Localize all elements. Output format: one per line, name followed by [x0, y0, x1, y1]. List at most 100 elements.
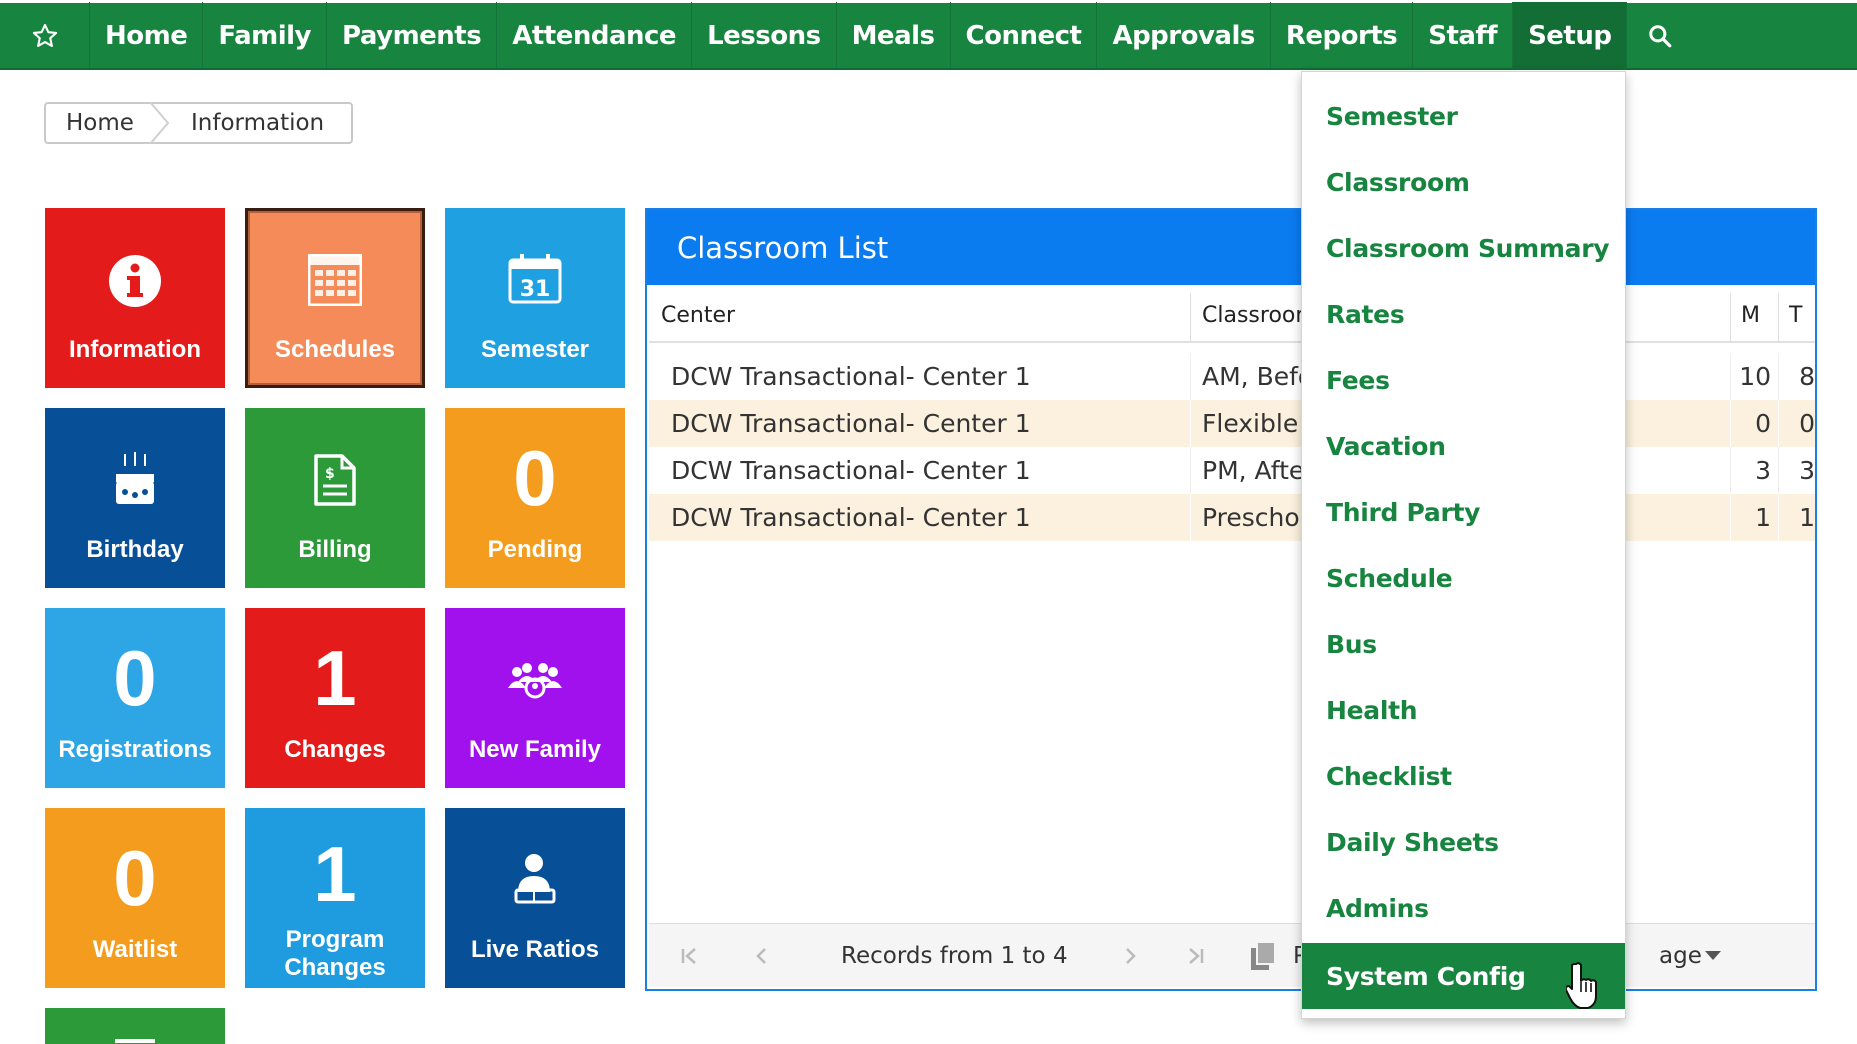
tile-label: Schedules [274, 336, 396, 363]
prev-page-button[interactable] [751, 924, 773, 988]
cell-t: 3 [1799, 456, 1815, 485]
nav-family[interactable]: Family [203, 2, 328, 69]
info-icon [109, 255, 161, 307]
tile-label: Birthday [86, 536, 184, 563]
menu-item-third-party[interactable]: Third Party [1302, 479, 1625, 545]
tile-label: Waitlist [92, 936, 178, 963]
tile-information[interactable]: Information [45, 208, 225, 388]
cell-t: 8 [1799, 362, 1815, 391]
menu-item-vacation[interactable]: Vacation [1302, 413, 1625, 479]
column-center[interactable]: Center [661, 287, 735, 343]
nav-meals[interactable]: Meals [837, 2, 951, 69]
setup-dropdown-menu: Semester Classroom Classroom Summary Rat… [1301, 71, 1626, 1019]
family-group-icon [508, 663, 562, 699]
birthday-cake-icon [116, 452, 154, 504]
svg-text:31: 31 [520, 277, 551, 302]
search-button[interactable] [1627, 2, 1693, 69]
tile-registrations[interactable]: 0 Registrations [45, 608, 225, 788]
tile-birthday[interactable]: Birthday [45, 408, 225, 588]
app-root: Home Family Payments Attendance Lessons … [0, 0, 1857, 1044]
cell-center: DCW Transactional- Center 1 [671, 503, 1031, 532]
tile-label: Semester [480, 336, 590, 363]
last-page-icon [1189, 948, 1204, 964]
cell-t: 1 [1799, 503, 1815, 532]
column-classroom[interactable]: Classroom [1202, 287, 1317, 343]
calendar-31-icon: 31 [508, 254, 562, 304]
cell-center: DCW Transactional- Center 1 [671, 409, 1031, 438]
menu-item-admins[interactable]: Admins [1302, 875, 1625, 941]
tile-live-ratios[interactable]: Live Ratios [445, 808, 625, 988]
star-icon [32, 23, 57, 47]
menu-item-classroom[interactable]: Classroom [1302, 149, 1625, 215]
panel-title: Classroom List [647, 210, 1815, 285]
menu-item-schedule[interactable]: Schedule [1302, 545, 1625, 611]
menu-item-bus[interactable]: Bus [1302, 611, 1625, 677]
menu-item-daily-sheets[interactable]: Daily Sheets [1302, 809, 1625, 875]
calendar-grid-icon [308, 254, 362, 306]
menu-item-checklist[interactable]: Checklist [1302, 743, 1625, 809]
table-row[interactable]: DCW Transactional- Center 1 AM, Befo 10 … [649, 353, 1815, 400]
nav-home[interactable]: Home [90, 2, 204, 69]
column-t[interactable]: T [1789, 287, 1802, 343]
page-size-dropdown[interactable] [1705, 924, 1721, 988]
favorite-button[interactable] [0, 2, 90, 69]
list-icon [115, 1039, 155, 1043]
tile-program-changes[interactable]: 1 Program Changes [245, 808, 425, 988]
table-header: Center Classroom M T [649, 287, 1815, 343]
tile-label: Information [69, 336, 201, 363]
caret-down-icon [1705, 951, 1721, 960]
tile-new-family[interactable]: New Family [445, 608, 625, 788]
tile-waitlist[interactable]: 0 Waitlist [45, 808, 225, 988]
table-row[interactable]: DCW Transactional- Center 1 Flexible C 0… [649, 400, 1815, 447]
breadcrumb-separator-icon [149, 102, 170, 144]
tile-label: Registrations [58, 736, 212, 763]
nav-approvals[interactable]: Approvals [1097, 2, 1271, 69]
breadcrumb-home[interactable]: Home [46, 110, 151, 136]
tile-billing[interactable]: $ Billing [245, 408, 425, 588]
menu-item-health[interactable]: Health [1302, 677, 1625, 743]
tile-pending[interactable]: 0 Pending [445, 408, 625, 588]
nav-reports[interactable]: Reports [1271, 2, 1414, 69]
nav-payments[interactable]: Payments [327, 2, 498, 69]
cell-m: 10 [1739, 362, 1771, 391]
menu-item-rates[interactable]: Rates [1302, 281, 1625, 347]
cell-center: DCW Transactional- Center 1 [671, 362, 1031, 391]
table-row[interactable]: DCW Transactional- Center 1 Preschoc 1 1 [649, 494, 1815, 541]
page-size-label-right: age [1659, 943, 1702, 969]
classroom-list-panel: Classroom List Center Classroom M T DCW … [645, 208, 1817, 991]
invoice-icon: $ [314, 454, 356, 506]
first-page-button[interactable] [679, 924, 701, 988]
tile-semester[interactable]: 31 Semester [445, 208, 625, 388]
pager: Records from 1 to 4 P age [649, 923, 1815, 987]
cell-center: DCW Transactional- Center 1 [671, 456, 1031, 485]
table-row[interactable]: DCW Transactional- Center 1 PM, Afte 3 3 [649, 447, 1815, 494]
last-page-button[interactable] [1184, 924, 1206, 988]
nav-setup[interactable]: Setup [1513, 2, 1628, 69]
search-icon [1649, 24, 1672, 47]
column-m[interactable]: M [1741, 287, 1760, 343]
cell-m: 1 [1755, 503, 1771, 532]
chevron-left-icon [756, 948, 766, 964]
nav-connect[interactable]: Connect [951, 2, 1098, 69]
export-button[interactable] [1249, 924, 1279, 988]
svg-text:$: $ [325, 466, 335, 482]
first-page-icon [681, 948, 696, 964]
top-navbar: Home Family Payments Attendance Lessons … [0, 2, 1857, 70]
tile-changes[interactable]: 1 Changes [245, 608, 425, 788]
tile-label: Program Changes [284, 926, 386, 981]
next-page-button[interactable] [1119, 924, 1141, 988]
tile-partial[interactable] [45, 1008, 225, 1044]
nav-attendance[interactable]: Attendance [497, 2, 693, 69]
records-range: Records from 1 to 4 [841, 943, 1068, 969]
tile-label: Changes [284, 736, 386, 763]
hand-pointer-cursor-icon [1566, 962, 1597, 1009]
tile-schedules[interactable]: Schedules [245, 208, 425, 388]
tile-label: Billing [298, 536, 372, 563]
tile-label: Pending [487, 536, 583, 563]
tile-count: 1 [313, 634, 357, 722]
menu-item-classroom-summary[interactable]: Classroom Summary [1302, 215, 1625, 281]
nav-lessons[interactable]: Lessons [692, 2, 837, 69]
menu-item-semester[interactable]: Semester [1302, 83, 1625, 149]
nav-staff[interactable]: Staff [1413, 2, 1514, 69]
menu-item-fees[interactable]: Fees [1302, 347, 1625, 413]
